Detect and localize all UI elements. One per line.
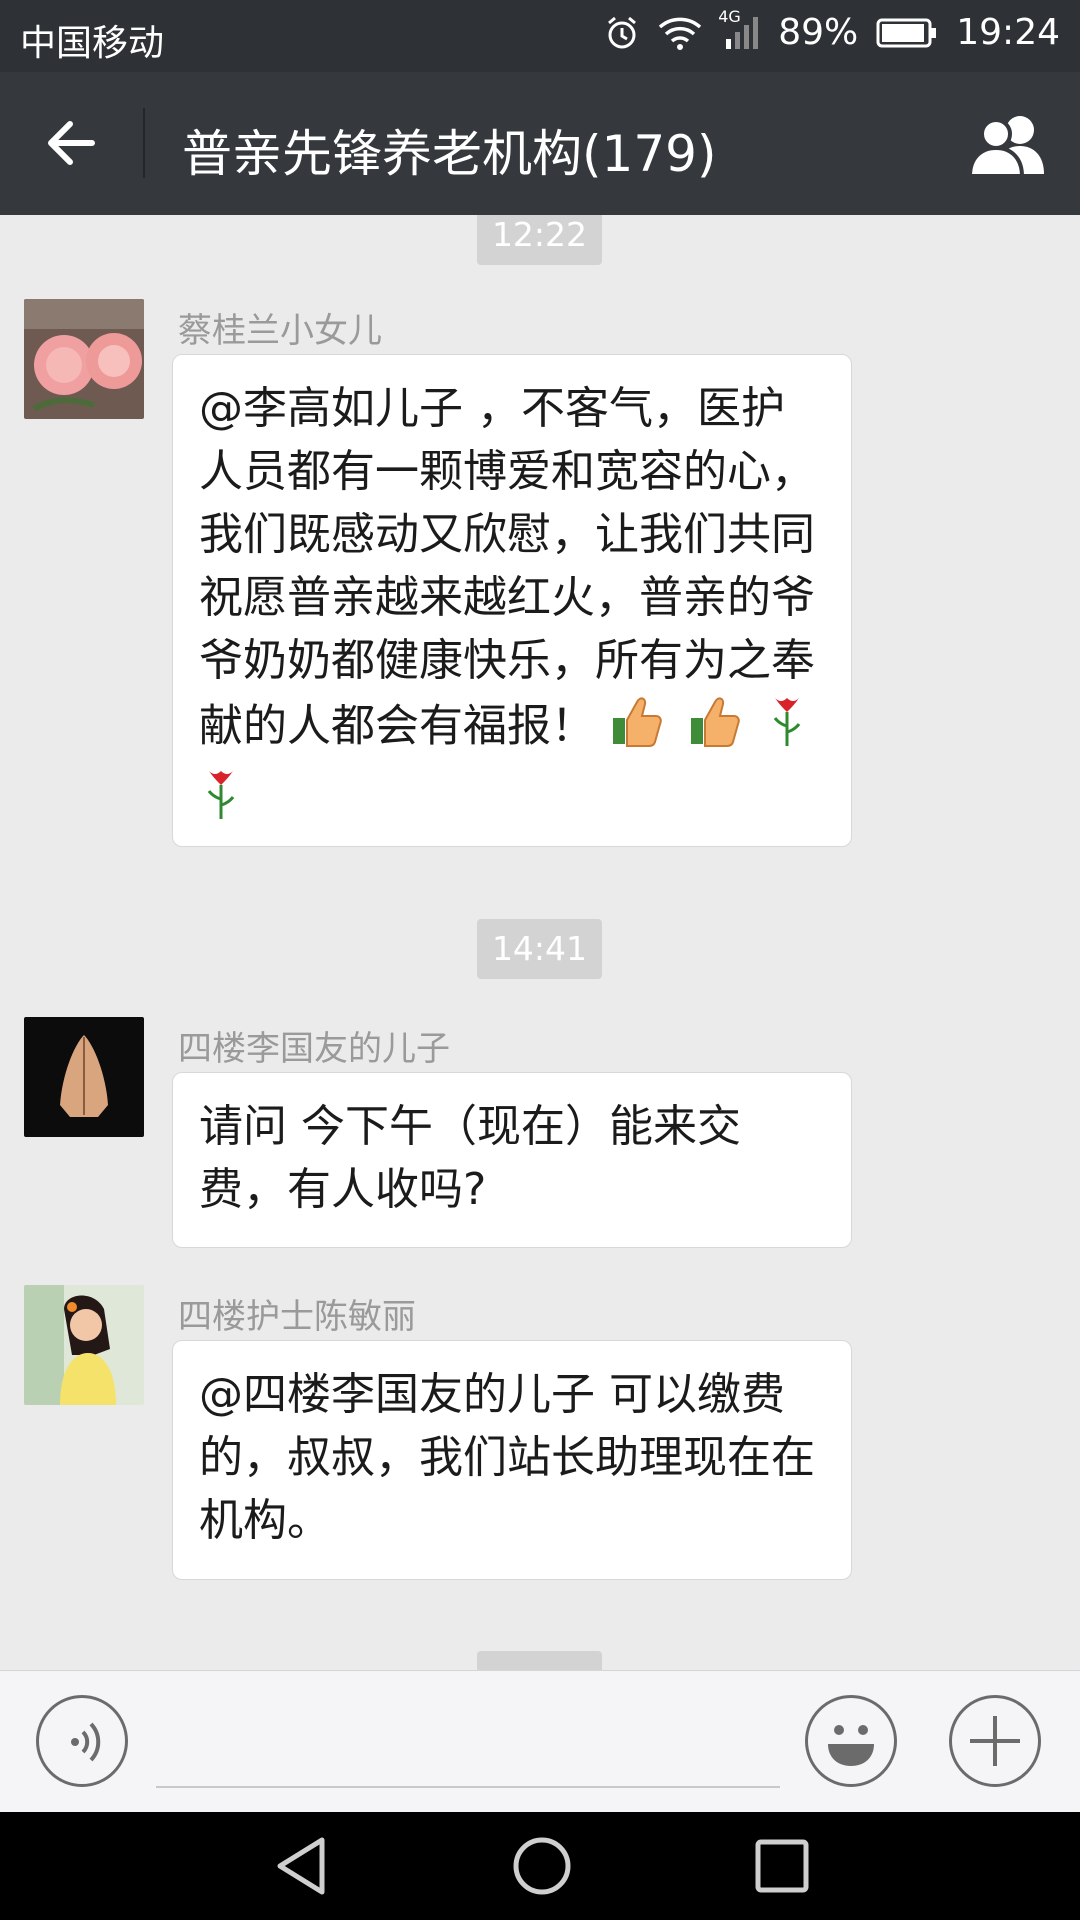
chat-header: 普亲先锋养老机构(179) (0, 72, 1080, 215)
rose-emoji-icon (765, 692, 809, 765)
signal-icon: 4G (718, 7, 760, 53)
message-input[interactable] (156, 1786, 780, 1788)
voice-icon (71, 1722, 101, 1762)
carrier-name: 中国移动 (20, 23, 165, 64)
battery-icon (876, 17, 938, 49)
battery-percent: 89% (778, 12, 859, 53)
chat-title: 普亲先锋养老机构(179) (182, 125, 717, 183)
message-bubble[interactable]: @李高如儿子 ，不客气，医护人员都有一颗博爱和宽容的心，我们既感动又欣慰，让我们… (172, 354, 852, 847)
rose-avatar-image (24, 299, 144, 419)
system-navigation-bar (0, 1812, 1080, 1920)
avatar[interactable] (24, 299, 144, 419)
avatar[interactable] (24, 1285, 144, 1405)
avatar[interactable] (24, 1017, 144, 1137)
woman-avatar-image (24, 1285, 144, 1405)
plus-icon (970, 1716, 1020, 1766)
smiley-icon (828, 1725, 874, 1766)
timestamp-partial (477, 1651, 602, 1670)
praying-hands-avatar-image (24, 1017, 144, 1137)
nav-home-button[interactable] (510, 1834, 574, 1902)
group-members-icon (967, 116, 1044, 178)
status-bar: 中国移动 4G 89% 19:24 (0, 0, 1080, 72)
alarm-icon (604, 15, 640, 51)
group-members-button[interactable] (966, 112, 1050, 178)
thumbs-up-emoji-icon (609, 692, 665, 765)
message-bubble[interactable]: 请问 今下午（现在）能来交费，有人收吗? (172, 1072, 852, 1248)
back-button[interactable] (40, 110, 106, 176)
header-divider (143, 108, 145, 178)
more-button[interactable] (949, 1695, 1041, 1787)
rose-emoji-icon (199, 765, 243, 838)
back-arrow-icon (48, 121, 95, 165)
voice-input-button[interactable] (36, 1695, 128, 1787)
wifi-icon (658, 15, 702, 51)
message-bubble[interactable]: @四楼李国友的儿子 可以缴费的，叔叔，我们站长助理现在在机构。 (172, 1340, 852, 1580)
timestamp: 14:41 (477, 919, 602, 979)
square-recents-icon (755, 1839, 809, 1893)
emoji-button[interactable] (805, 1695, 897, 1787)
nav-recents-button[interactable] (752, 1836, 812, 1900)
message-text: 请问 今下午（现在）能来交费，有人收吗? (199, 1101, 741, 1215)
network-type: 4G (718, 6, 741, 26)
timestamp: 12:22 (477, 215, 602, 265)
clock-time: 19:24 (956, 12, 1060, 53)
thumbs-up-emoji-icon (687, 692, 743, 765)
sender-name: 四楼护士陈敏丽 (178, 1297, 416, 1337)
sender-name: 四楼李国友的儿子 (178, 1029, 450, 1069)
message-text: @四楼李国友的儿子 可以缴费的，叔叔，我们站长助理现在在机构。 (199, 1369, 815, 1546)
circle-home-icon (513, 1837, 571, 1895)
chat-messages[interactable]: 12:22 蔡桂兰小女儿 @李高如儿子 ，不客气，医护人员都有一颗博爱和宽容的心… (0, 215, 1080, 1670)
sender-name: 蔡桂兰小女儿 (178, 311, 382, 351)
triangle-back-icon (277, 1837, 325, 1895)
nav-back-button[interactable] (272, 1834, 332, 1902)
input-bar (0, 1670, 1080, 1813)
